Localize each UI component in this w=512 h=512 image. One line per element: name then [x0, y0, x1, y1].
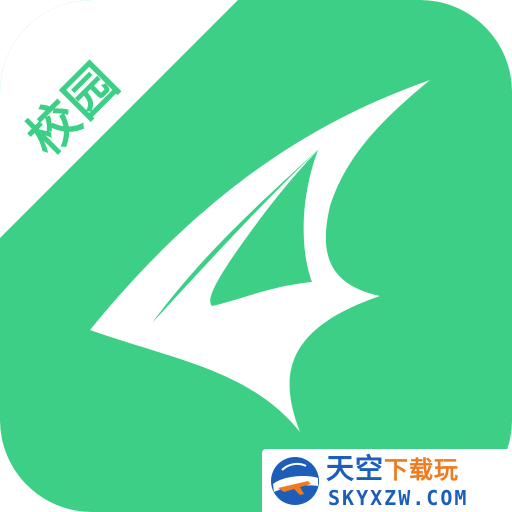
watermark-title-main: 天空: [326, 452, 385, 485]
site-watermark: 天空下载玩 SKYXZW.COM: [262, 449, 512, 512]
screenshot-stage: 校园 天空下载玩 SKYXZW.COM: [0, 0, 512, 512]
watermark-title-sub: 下载玩: [384, 456, 460, 484]
watermark-title: 天空下载玩: [326, 453, 459, 485]
watermark-domain: SKYXZW.COM: [328, 486, 469, 510]
globe-airplane-icon: [271, 457, 319, 505]
app-icon[interactable]: 校园: [0, 0, 512, 512]
